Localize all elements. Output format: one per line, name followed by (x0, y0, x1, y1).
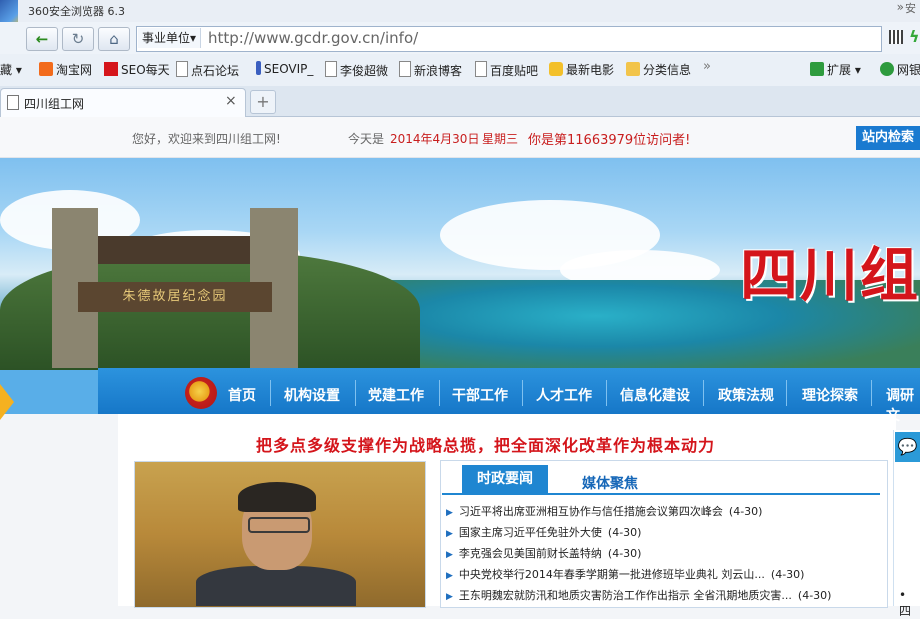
menu-item-talent-work[interactable]: 人才工作 (536, 385, 592, 405)
menu-separator (606, 380, 607, 406)
photo-person-glasses (248, 517, 310, 533)
new-tab-button[interactable]: + (250, 90, 276, 114)
z-logo-icon (104, 62, 118, 76)
menu-item-policy[interactable]: 政策法规 (718, 385, 774, 405)
news-item[interactable]: ▶ 中央党校举行2014年春季学期第一批进修班毕业典礼 刘云山... (4-30) (446, 566, 804, 582)
welcome-text: 您好，欢迎来到四川组工网! (132, 132, 281, 146)
menu-separator (355, 380, 356, 406)
bookmark-latest-movies[interactable]: 最新电影 (549, 61, 614, 78)
bookmark-seovip[interactable]: SEOVIP_ (256, 61, 313, 76)
bookmark-classifieds[interactable]: 分类信息 (626, 61, 691, 78)
menu-separator (270, 380, 271, 406)
shield-icon (880, 62, 894, 76)
back-button[interactable]: ← (26, 27, 58, 51)
menu-separator (703, 380, 704, 406)
photo-person-body (196, 566, 356, 606)
menu-item-theory[interactable]: 理论探索 (802, 385, 858, 405)
menu-item-party-building[interactable]: 党建工作 (368, 385, 424, 405)
menu-separator (871, 380, 872, 406)
menu-separator (786, 380, 787, 406)
news-item[interactable]: ▶ 习近平将出席亚洲相互协作与信任措施会议第四次峰会 (4-30) (446, 503, 762, 519)
site-search-button[interactable]: 站内检索 (856, 126, 920, 150)
menu-item-home[interactable]: 首页 (228, 385, 256, 405)
banner-site-title: 四川组 (740, 241, 920, 309)
headline[interactable]: 把多点多级支撑作为战略总揽，把全面深化改革作为根本动力 (256, 432, 715, 456)
title-bar (0, 0, 920, 22)
extension-icon (810, 62, 824, 76)
speed-mode-icon[interactable]: ϟ (909, 27, 920, 46)
folder-icon (626, 62, 640, 76)
tab-title: 四川组工网 (24, 97, 85, 111)
refresh-icon: ↻ (71, 30, 85, 48)
bookmark-lijunchao[interactable]: 李俊超微 (325, 61, 388, 79)
main-menu (98, 368, 920, 414)
weekday: 星期三 (482, 132, 519, 146)
bookmark-seo-daily[interactable]: SEO每天 (104, 61, 170, 78)
bullet-arrow-icon: ▶ (446, 571, 453, 581)
news-tab-underline (442, 493, 880, 495)
movie-icon (549, 62, 563, 76)
menu-separator (439, 380, 440, 406)
page-icon (325, 61, 337, 77)
bookmark-taobao[interactable]: 淘宝网 (39, 61, 92, 78)
bookmark-baidu-tieba[interactable]: 百度贴吧 (475, 61, 538, 79)
today-date: 2014年4月30日 (390, 132, 480, 146)
chat-bubble-icon[interactable]: 💬 (895, 432, 920, 462)
extensions-menu[interactable]: 扩展 ▾ (810, 61, 861, 78)
menu-separator (522, 380, 523, 406)
today-label: 今天是 (348, 132, 385, 146)
taobao-icon (39, 62, 53, 76)
bookmarks-more-icon[interactable]: » (703, 59, 711, 74)
page-icon (475, 61, 487, 77)
online-banking[interactable]: 网银 (880, 61, 920, 78)
bullet-arrow-icon: ▶ (446, 592, 453, 602)
tab-current-affairs[interactable]: 时政要闻 (462, 465, 548, 493)
tab-media-focus[interactable]: 媒体聚焦 (582, 473, 638, 493)
tab-close-icon[interactable]: × (225, 93, 237, 109)
right-panel-item[interactable]: • 四 (899, 588, 920, 619)
url-text[interactable]: http://www.gcdr.gov.cn/info/ (208, 29, 418, 47)
bookmark-dianshi-forum[interactable]: 点石论坛 (176, 61, 239, 79)
title-more-icon[interactable]: » (897, 0, 904, 14)
bullet-arrow-icon: ▶ (446, 508, 453, 518)
page-icon (176, 61, 188, 77)
qr-code-icon[interactable] (889, 30, 903, 44)
bullet-arrow-icon: ▶ (446, 529, 453, 539)
bookmark-sina-blog[interactable]: 新浪博客 (399, 61, 462, 79)
seovip-icon (256, 61, 261, 75)
visitor-counter: 你是第11663979位访问者! (528, 133, 691, 148)
window-title: 360安全浏览器 6.3 (28, 5, 125, 18)
back-arrow-icon: ← (35, 30, 49, 48)
page-icon (7, 95, 19, 110)
party-emblem-icon (185, 377, 217, 409)
photo-person-hair (238, 482, 316, 512)
home-icon: ⌂ (109, 30, 119, 48)
address-category-dropdown[interactable]: 事业单位▾ (138, 28, 202, 48)
bookmark-favorites[interactable]: 藏 ▾ (0, 61, 22, 78)
refresh-button[interactable]: ↻ (62, 27, 94, 51)
news-item[interactable]: ▶ 国家主席习近平任免驻外大使 (4-30) (446, 524, 641, 540)
menu-left-strip (0, 370, 98, 414)
page-icon (399, 61, 411, 77)
bullet-arrow-icon: ▶ (446, 550, 453, 560)
memorial-gate-sign: 朱德故居纪念园 (78, 282, 272, 312)
menu-item-cadre-work[interactable]: 干部工作 (452, 385, 508, 405)
title-extra-label: 安 (905, 2, 916, 15)
menu-item-organization[interactable]: 机构设置 (284, 385, 340, 405)
menu-item-informatization[interactable]: 信息化建设 (620, 385, 690, 405)
menu-left-arrow-icon (0, 384, 14, 420)
home-button[interactable]: ⌂ (98, 27, 130, 51)
news-item[interactable]: ▶ 王东明魏宏就防汛和地质灾害防治工作作出指示 全省汛期地质灾害... (4-30) (446, 587, 831, 603)
news-item[interactable]: ▶ 李克强会见美国前财长盖特纳 (4-30) (446, 545, 641, 561)
